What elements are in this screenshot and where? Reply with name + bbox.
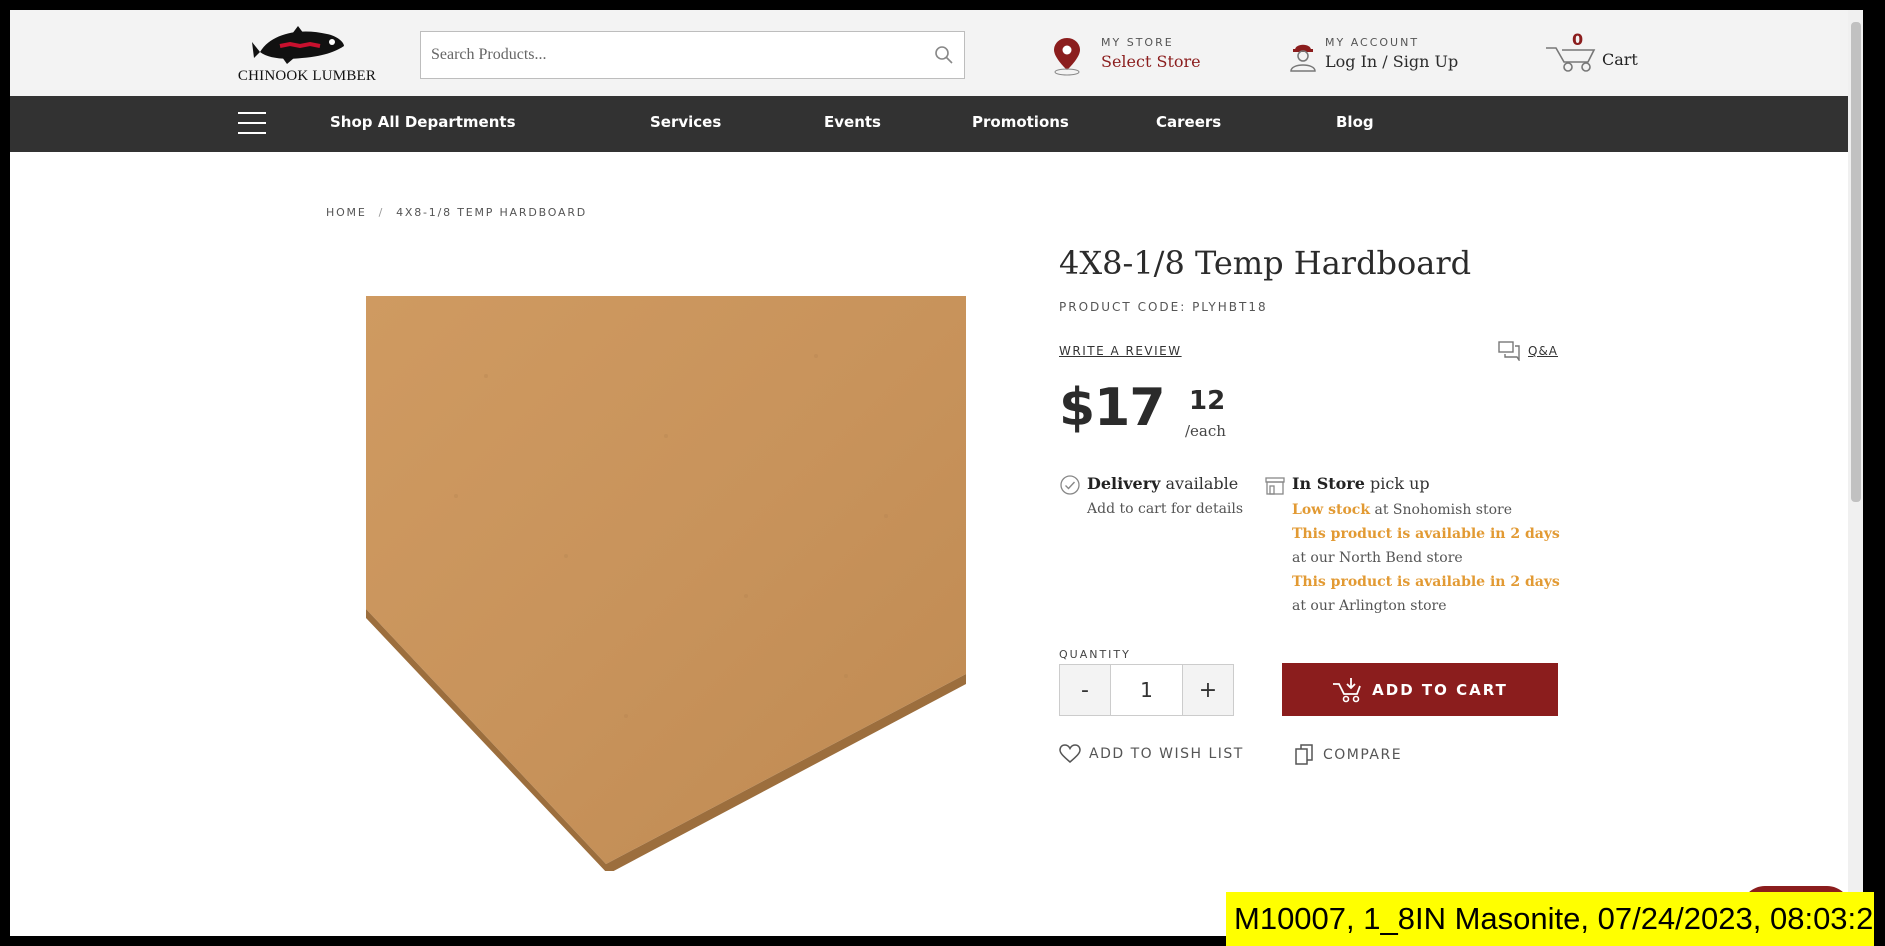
nav-events[interactable]: Events (824, 113, 881, 131)
search-input[interactable] (421, 32, 901, 78)
login-signup-link[interactable]: Log In / Sign Up (1325, 52, 1458, 71)
page: CHINOOK LUMBER MY STORE Select Store MY … (10, 10, 1858, 936)
wish-list-label: ADD TO WISH LIST (1089, 746, 1244, 762)
nav-blog[interactable]: Blog (1336, 113, 1374, 131)
location-pin-icon (1054, 38, 1080, 76)
stock-location: at Snohomish store (1370, 502, 1513, 518)
search-icon[interactable] (934, 45, 954, 65)
price-unit: /each (1185, 422, 1226, 440)
add-to-cart-label: ADD TO CART (1372, 680, 1508, 699)
instore-status: pick up (1364, 474, 1430, 493)
product-image[interactable] (366, 296, 966, 871)
product-code: PRODUCT CODE: PLYHBT18 (1059, 300, 1268, 314)
cart-count-badge: 0 (1572, 30, 1584, 49)
quantity-stepper: - 1 + (1059, 664, 1234, 716)
heart-icon (1059, 744, 1081, 763)
quantity-increase-button[interactable]: + (1183, 665, 1233, 715)
menu-icon[interactable] (238, 112, 266, 134)
instore-label: In Store (1292, 474, 1365, 493)
overlay-caption: M10007, 1_8IN Masonite, 07/24/2023, 08:0… (1226, 892, 1885, 946)
cart-link[interactable]: Cart (1602, 50, 1638, 69)
stock-location: at our Arlington store (1292, 598, 1447, 614)
add-to-wish-list[interactable]: ADD TO WISH LIST (1059, 744, 1244, 764)
account-worker-icon (1290, 44, 1316, 72)
breadcrumb-current: 4X8-1/8 TEMP HARDBOARD (396, 206, 588, 219)
add-to-cart-button[interactable]: ADD TO CART (1282, 663, 1558, 716)
scrollbar-thumb[interactable] (1851, 22, 1861, 502)
breadcrumb-home[interactable]: HOME (326, 206, 367, 219)
stock-highlight: This product is available in 2 days (1292, 574, 1560, 590)
add-cart-icon (1333, 677, 1361, 702)
compare-label: COMPARE (1323, 747, 1403, 763)
nav-promotions[interactable]: Promotions (972, 113, 1069, 131)
stock-highlight: This product is available in 2 days (1292, 526, 1560, 542)
stock-arlington: This product is available in 2 days at o… (1292, 570, 1562, 618)
breadcrumb-separator: / (378, 206, 385, 219)
copy-compare-icon (1295, 744, 1313, 765)
stock-highlight: Low stock (1292, 502, 1371, 518)
my-store-label: MY STORE (1101, 36, 1174, 49)
chat-bubbles-icon[interactable] (1498, 341, 1520, 361)
my-account[interactable]: MY ACCOUNT Log In / Sign Up (1325, 36, 1458, 71)
my-account-label: MY ACCOUNT (1325, 36, 1420, 49)
delivery-details: Add to cart for details (1087, 501, 1244, 517)
price-cents: 12 (1189, 386, 1226, 416)
quantity-input[interactable]: 1 (1110, 665, 1183, 715)
nav-shop-all-departments[interactable]: Shop All Departments (330, 113, 516, 131)
storefront-icon (1265, 477, 1285, 495)
delivery-availability: Delivery available (1087, 474, 1238, 493)
nav-careers[interactable]: Careers (1156, 113, 1221, 131)
price-dollars: $17 (1059, 378, 1166, 438)
breadcrumb: HOME / 4X8-1/8 TEMP HARDBOARD (326, 206, 587, 219)
wheelbarrow-cart-icon[interactable] (1544, 40, 1598, 74)
qa-link[interactable]: Q&A (1528, 344, 1558, 358)
check-circle-icon (1060, 475, 1080, 495)
logo-text: CHINOOK LUMBER (237, 68, 377, 84)
instore-pickup: In Store pick up (1292, 474, 1430, 493)
stock-snohomish: Low stock at Snohomish store (1292, 498, 1562, 522)
quantity-decrease-button[interactable]: - (1060, 665, 1110, 715)
stock-north-bend: This product is available in 2 days at o… (1292, 522, 1562, 570)
stock-location: at our North Bend store (1292, 550, 1463, 566)
top-header: CHINOOK LUMBER MY STORE Select Store MY … (10, 10, 1858, 96)
delivery-label: Delivery (1087, 474, 1161, 493)
search-bar (420, 31, 965, 79)
chinook-lumber-logo[interactable]: CHINOOK LUMBER (232, 24, 382, 88)
salmon-logo-icon (252, 26, 344, 64)
write-review-link[interactable]: WRITE A REVIEW (1059, 344, 1182, 358)
price: $17 12 /each (1059, 378, 1226, 440)
quantity-label: QUANTITY (1059, 648, 1131, 661)
select-store-link[interactable]: Select Store (1101, 52, 1201, 71)
product-title: 4X8-1/8 Temp Hardboard (1059, 244, 1472, 282)
compare-link[interactable]: COMPARE (1295, 744, 1402, 766)
main-nav: Shop All Departments Services Events Pro… (10, 96, 1858, 152)
nav-services[interactable]: Services (650, 113, 721, 131)
my-store[interactable]: MY STORE Select Store (1101, 36, 1201, 71)
delivery-status: available (1160, 474, 1239, 493)
